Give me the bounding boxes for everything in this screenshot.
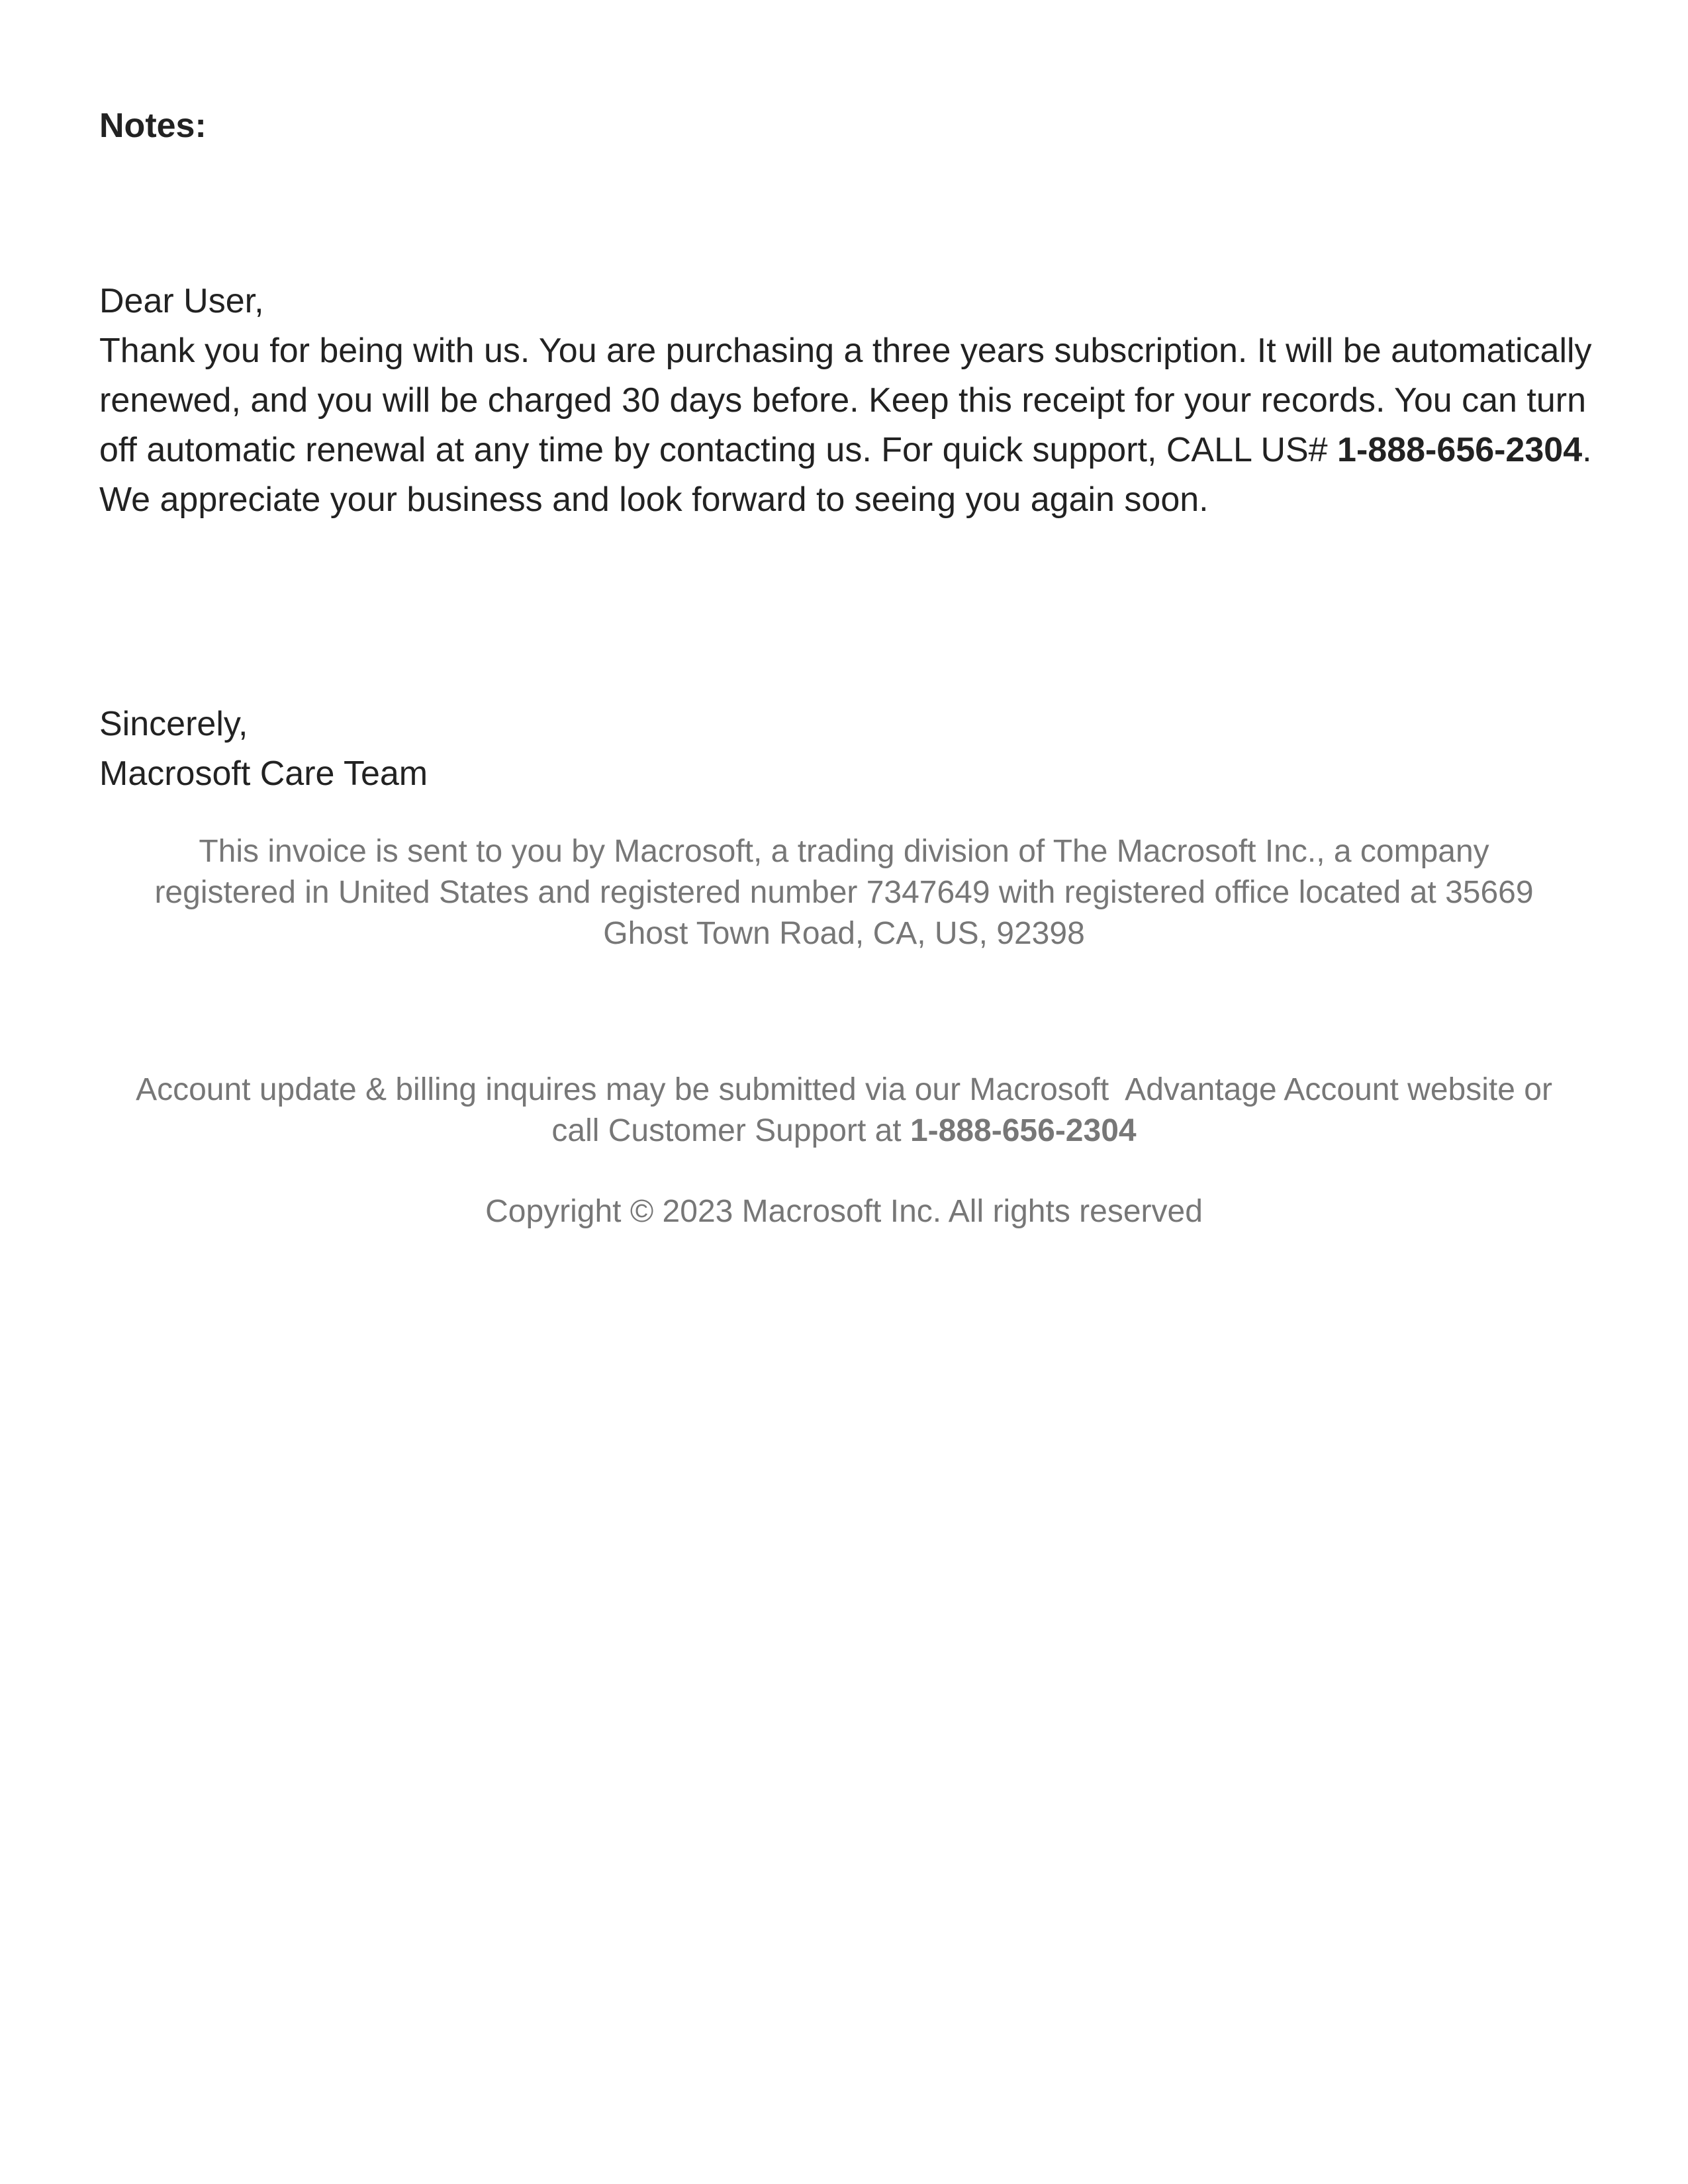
billing-line-2-prefix: call Customer Support at [551, 1113, 910, 1148]
signature: Macrosoft Care Team [99, 754, 428, 793]
signoff: Sincerely, Macrosoft Care Team [99, 700, 428, 799]
letter-paragraph: Thank you for being with us. You are pur… [99, 326, 1595, 525]
billing-line-1: Account update & billing inquires may be… [136, 1072, 1552, 1107]
invoice-notes-page: Notes: Dear User, Thank you for being wi… [0, 0, 1688, 2184]
closing: Sincerely, [99, 705, 248, 743]
copyright-text: Copyright © 2023 Macrosoft Inc. All righ… [485, 1194, 1203, 1229]
billing-notice: Account update & billing inquires may be… [99, 1069, 1589, 1152]
legal-line-3: Ghost Town Road, CA, US, 92398 [603, 916, 1085, 951]
copyright-notice: Copyright © 2023 Macrosoft Inc. All righ… [99, 1191, 1589, 1232]
salutation: Dear User, [99, 282, 264, 320]
billing-line-2: call Customer Support at 1-888-656-2304 [99, 1111, 1589, 1152]
notes-heading: Notes: [99, 107, 207, 145]
legal-notice: This invoice is sent to you by Macrosoft… [99, 831, 1589, 954]
letter-body: Dear User, Thank you for being with us. … [99, 277, 1595, 525]
billing-phone-number: 1-888-656-2304 [910, 1113, 1137, 1148]
legal-line-2: registered in United States and register… [154, 875, 1534, 910]
legal-line-1: This invoice is sent to you by Macrosoft… [199, 834, 1489, 869]
support-phone-number: 1-888-656-2304 [1337, 431, 1583, 469]
